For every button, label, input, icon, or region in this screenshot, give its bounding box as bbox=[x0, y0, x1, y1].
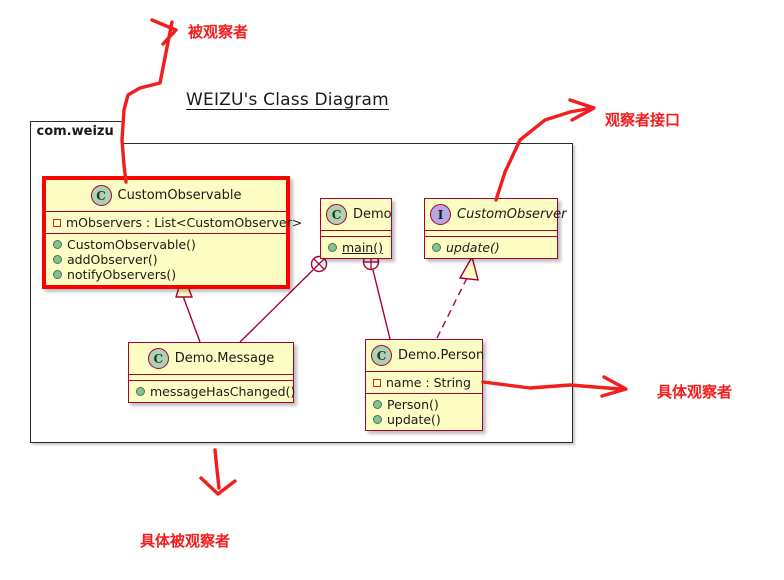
annotation-label-observer-interface: 观察者接口 bbox=[605, 111, 681, 129]
method-label: addObserver() bbox=[67, 252, 158, 267]
annotation-arrow-concrete-observable bbox=[213, 448, 221, 490]
method-label: main() bbox=[342, 240, 383, 255]
class-icon: C bbox=[371, 345, 392, 366]
annotation-arrow-concrete-observable-head bbox=[199, 476, 237, 496]
methods-compartment: main() bbox=[321, 237, 391, 258]
method-row: messageHasChanged() bbox=[136, 384, 295, 399]
method-label: Person() bbox=[387, 397, 439, 412]
method-label: notifyObservers() bbox=[67, 267, 177, 282]
method-label: update() bbox=[387, 412, 441, 427]
fields-compartment: mObservers : List<CustomObserver> bbox=[46, 212, 302, 234]
method-label: messageHasChanged() bbox=[150, 384, 296, 399]
method-label: update() bbox=[446, 240, 500, 255]
class-header-demo-message: C Demo.Message bbox=[129, 343, 293, 375]
class-header-demo: C Demo bbox=[321, 199, 392, 231]
methods-compartment: update() bbox=[425, 237, 557, 258]
annotation-label-observable: 被观察者 bbox=[188, 23, 249, 41]
method-row: update() bbox=[432, 240, 551, 255]
class-header-demo-person: C Demo.Person bbox=[366, 340, 485, 372]
class-header-custom-observable: C CustomObservable bbox=[46, 180, 286, 212]
method-row: main() bbox=[328, 240, 385, 255]
field-label: mObservers : List<CustomObserver> bbox=[66, 215, 303, 230]
field-row: mObservers : List<CustomObserver> bbox=[53, 215, 302, 230]
public-method-icon bbox=[328, 243, 337, 252]
field-label: name : String bbox=[386, 375, 471, 390]
public-method-icon bbox=[136, 387, 145, 396]
public-method-icon bbox=[373, 415, 382, 424]
public-method-icon bbox=[53, 255, 62, 264]
method-label: CustomObservable() bbox=[67, 237, 196, 252]
public-method-icon bbox=[432, 243, 441, 252]
methods-compartment: Person() update() bbox=[366, 394, 482, 430]
page-title: WEIZU's Class Diagram bbox=[186, 90, 389, 110]
annotation-label-concrete-observer: 具体观察者 bbox=[657, 383, 733, 401]
public-method-icon bbox=[373, 400, 382, 409]
annotation-arrow-observer-interface-head bbox=[568, 98, 596, 122]
class-name: Demo.Message bbox=[174, 351, 275, 366]
class-icon: C bbox=[147, 348, 169, 369]
annotation-arrow-concrete-observer-head bbox=[600, 375, 628, 398]
method-row: notifyObservers() bbox=[53, 267, 280, 282]
class-icon: C bbox=[90, 185, 112, 206]
annotation-label-concrete-observable: 具体被观察者 bbox=[140, 532, 231, 550]
method-row: update() bbox=[373, 412, 476, 427]
interface-header-custom-observer: I CustomObserver bbox=[425, 199, 566, 231]
interface-name: CustomObserver bbox=[457, 207, 567, 222]
method-row: CustomObservable() bbox=[53, 237, 280, 252]
interface-icon: I bbox=[430, 204, 451, 225]
public-method-icon bbox=[53, 240, 62, 249]
class-icon: C bbox=[326, 204, 347, 225]
class-name: Demo.Person bbox=[398, 348, 485, 363]
class-box-demo[interactable]: C Demo main() bbox=[320, 198, 392, 259]
field-row: name : String bbox=[373, 375, 476, 390]
class-diagram-canvas: WEIZU's Class Diagram com.weizu C Custom… bbox=[0, 0, 784, 580]
method-row: Person() bbox=[373, 397, 476, 412]
interface-box-custom-observer[interactable]: I CustomObserver update() bbox=[424, 198, 566, 259]
class-box-custom-observable[interactable]: C CustomObservable mObservers : List<Cus… bbox=[42, 176, 302, 289]
fields-compartment: name : String bbox=[366, 372, 482, 394]
package-label: com.weizu bbox=[29, 121, 123, 144]
private-field-icon bbox=[53, 218, 61, 227]
class-name: Demo bbox=[353, 207, 392, 222]
public-method-icon bbox=[53, 270, 62, 279]
methods-compartment: messageHasChanged() bbox=[129, 381, 295, 402]
annotation-arrow-observable-head bbox=[150, 18, 178, 46]
class-box-demo-person[interactable]: C Demo.Person name : String Person() upd… bbox=[365, 339, 485, 431]
methods-compartment: CustomObservable() addObserver() notifyO… bbox=[46, 234, 286, 285]
private-field-icon bbox=[373, 378, 381, 387]
class-name: CustomObservable bbox=[117, 188, 242, 203]
class-box-demo-message[interactable]: C Demo.Message messageHasChanged() bbox=[128, 342, 295, 403]
method-row: addObserver() bbox=[53, 252, 280, 267]
